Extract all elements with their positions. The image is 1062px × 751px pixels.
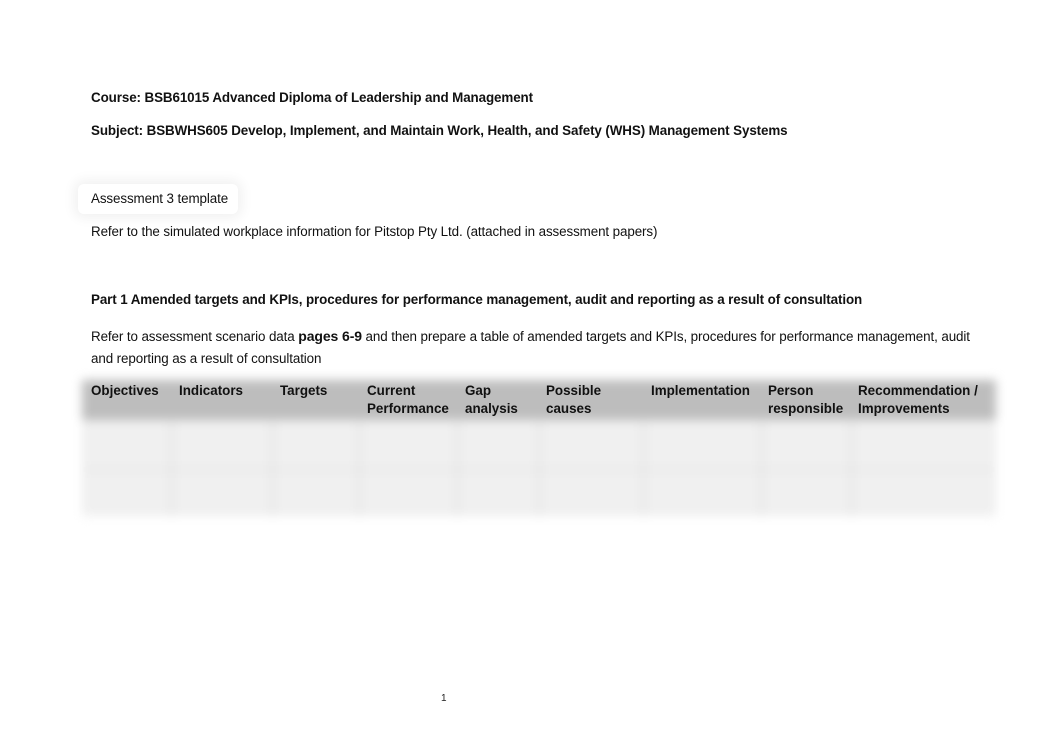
column-divider	[456, 420, 459, 516]
header-objectives: Objectives	[91, 383, 159, 398]
column-divider	[358, 420, 361, 516]
assessment-label: Assessment 3 template	[91, 191, 229, 206]
header-current-performance: Current Performance	[367, 383, 449, 416]
header-implementation: Implementation	[651, 383, 750, 398]
header-person-responsible: Person responsible	[768, 383, 844, 416]
page-number: 1	[441, 693, 447, 704]
header-targets: Targets	[280, 383, 328, 398]
instruction-pages-bold: pages 6-9	[298, 328, 362, 344]
header-indicators: Indicators	[179, 383, 243, 398]
column-divider	[271, 420, 274, 516]
course-title: Course: BSB61015 Advanced Diploma of Lea…	[91, 90, 534, 105]
header-gap-analysis: Gap analysis	[465, 383, 518, 416]
subject-title: Subject: BSBWHS605 Develop, Implement, a…	[91, 123, 788, 138]
kpi-table: Objectives Indicators Targets Current Pe…	[78, 374, 1003, 524]
column-divider	[538, 420, 541, 516]
column-divider	[850, 420, 853, 516]
instruction-paragraph: Refer to assessment scenario data pages …	[91, 325, 981, 370]
column-divider	[760, 420, 763, 516]
instruction-text-before: Refer to assessment scenario data	[91, 329, 299, 344]
header-recommendation: Recommendation / Improvements	[858, 383, 978, 416]
document-page: Course: BSB61015 Advanced Diploma of Lea…	[0, 0, 1062, 751]
refer-line: Refer to the simulated workplace informa…	[91, 224, 658, 239]
part1-heading: Part 1 Amended targets and KPIs, procedu…	[91, 292, 863, 307]
column-divider	[642, 420, 645, 516]
column-divider	[170, 420, 173, 516]
header-possible-causes: Possible causes	[546, 383, 602, 416]
